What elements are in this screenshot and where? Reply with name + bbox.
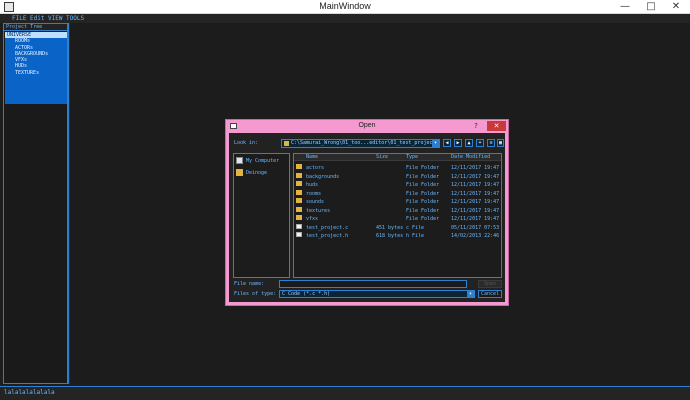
close-button[interactable]: ✕ xyxy=(663,0,689,14)
folder-icon xyxy=(296,172,302,178)
look-in-label: Look in: xyxy=(234,140,259,146)
dialog-body: Look in: C:\Samurai_Wrong\01_too...edito… xyxy=(229,133,505,302)
file-row[interactable]: actors File Folder 12/11/2017 19:47 xyxy=(294,164,501,173)
main-window: MainWindow — □ ✕ FILE Edit VIEW TOOLS Pr… xyxy=(0,0,690,400)
menu-tools[interactable]: TOOLS xyxy=(66,14,84,23)
file-row[interactable]: textures File Folder 12/11/2017 19:47 xyxy=(294,206,501,216)
filename-label: File name: xyxy=(234,281,265,287)
filetype-label: Files of type: xyxy=(234,291,277,297)
filetype-value: C Code (*.c *.h) xyxy=(282,291,331,297)
folder-icon xyxy=(296,181,302,186)
folder-icon xyxy=(296,164,302,169)
dialog-title-bar[interactable]: Open ? ✕ xyxy=(226,120,508,133)
file-row[interactable]: vfxs File Folder 12/11/2017 19:47 xyxy=(294,215,501,224)
menu-edit[interactable]: Edit xyxy=(30,14,44,23)
open-button[interactable]: Open xyxy=(478,280,502,288)
file-row[interactable]: huds File Folder 12/11/2017 19:47 xyxy=(294,181,501,190)
list-view-button[interactable]: ≡ xyxy=(487,139,495,147)
file-icon xyxy=(296,232,302,237)
look-in-path: C:\Samurai_Wrong\01_too...editor\01_test… xyxy=(291,140,436,146)
sidebar-item-user[interactable]: Deinoge xyxy=(236,169,267,179)
filename-input[interactable] xyxy=(279,280,467,288)
dialog-close-button[interactable]: ✕ xyxy=(487,121,506,131)
computer-icon xyxy=(236,157,243,164)
project-tree-header: Project Tree xyxy=(4,24,67,31)
cancel-button[interactable]: Cancel xyxy=(478,290,502,298)
chevron-down-icon: ▾ xyxy=(467,291,474,297)
folder-icon xyxy=(296,198,302,203)
file-list-header: Name Size Type Date Modified xyxy=(294,154,501,161)
column-date[interactable]: Date Modified xyxy=(451,154,490,161)
folder-icon xyxy=(236,169,243,176)
menu-bar: FILE Edit VIEW TOOLS xyxy=(0,14,690,23)
new-folder-button[interactable]: + xyxy=(476,139,484,147)
file-row[interactable]: sounds File Folder 12/11/2017 19:47 xyxy=(294,198,501,207)
project-tree[interactable]: UNIVERSE ROOMs ACTORs BACKGROUNDs VFXs H… xyxy=(5,32,67,104)
column-size[interactable]: Size xyxy=(376,154,388,161)
folder-icon xyxy=(296,206,302,212)
file-list-view[interactable]: Name Size Type Date Modified actors File … xyxy=(293,153,502,278)
open-file-dialog: Open ? ✕ Look in: C:\Samurai_Wrong\01_to… xyxy=(225,119,509,306)
status-bar: lalalalalalala xyxy=(0,386,690,400)
file-row[interactable]: test_project.h 618 bytes h File 14/02/2013 … xyxy=(294,232,501,241)
parent-dir-button[interactable]: ▲ xyxy=(465,139,473,147)
back-button[interactable]: ◀ xyxy=(443,139,451,147)
forward-button[interactable]: ▶ xyxy=(454,139,462,147)
folder-icon xyxy=(296,215,302,220)
tree-item-textures[interactable]: TEXTUREs xyxy=(5,70,67,76)
maximize-button[interactable]: □ xyxy=(638,0,664,14)
filetype-combo[interactable]: C Code (*.c *.h) ▾ xyxy=(279,290,475,298)
column-name[interactable]: Name xyxy=(306,154,318,161)
folder-icon xyxy=(296,189,302,195)
dialog-help-button[interactable]: ? xyxy=(467,121,485,131)
dialog-title: Open xyxy=(358,122,376,129)
title-bar[interactable]: MainWindow — □ ✕ xyxy=(0,0,690,14)
folder-icon xyxy=(284,141,289,146)
detail-view-button[interactable]: ▦ xyxy=(497,139,504,147)
file-icon xyxy=(296,223,302,229)
look-in-combo[interactable]: C:\Samurai_Wrong\01_too...editor\01_test… xyxy=(281,139,440,148)
status-text: lalalalalalala xyxy=(4,389,55,396)
file-row[interactable]: rooms File Folder 12/11/2017 19:47 xyxy=(294,189,501,199)
places-sidebar: My Computer Deinoge xyxy=(233,153,290,278)
chevron-down-icon: ▾ xyxy=(432,140,439,147)
menu-file[interactable]: FILE xyxy=(12,14,26,23)
minimize-button[interactable]: — xyxy=(612,0,638,14)
file-row[interactable]: backgrounds File Folder 12/11/2017 19:47 xyxy=(294,172,501,182)
file-row[interactable]: test_project.c 451 bytes c File 05/11/2017 … xyxy=(294,223,501,233)
sidebar-item-my-computer[interactable]: My Computer xyxy=(236,157,279,167)
window-title: MainWindow xyxy=(319,1,371,11)
menu-view[interactable]: VIEW xyxy=(48,14,62,23)
project-tree-panel: Project Tree UNIVERSE ROOMs ACTORs BACKG… xyxy=(3,23,68,384)
column-type[interactable]: Type xyxy=(406,154,418,161)
